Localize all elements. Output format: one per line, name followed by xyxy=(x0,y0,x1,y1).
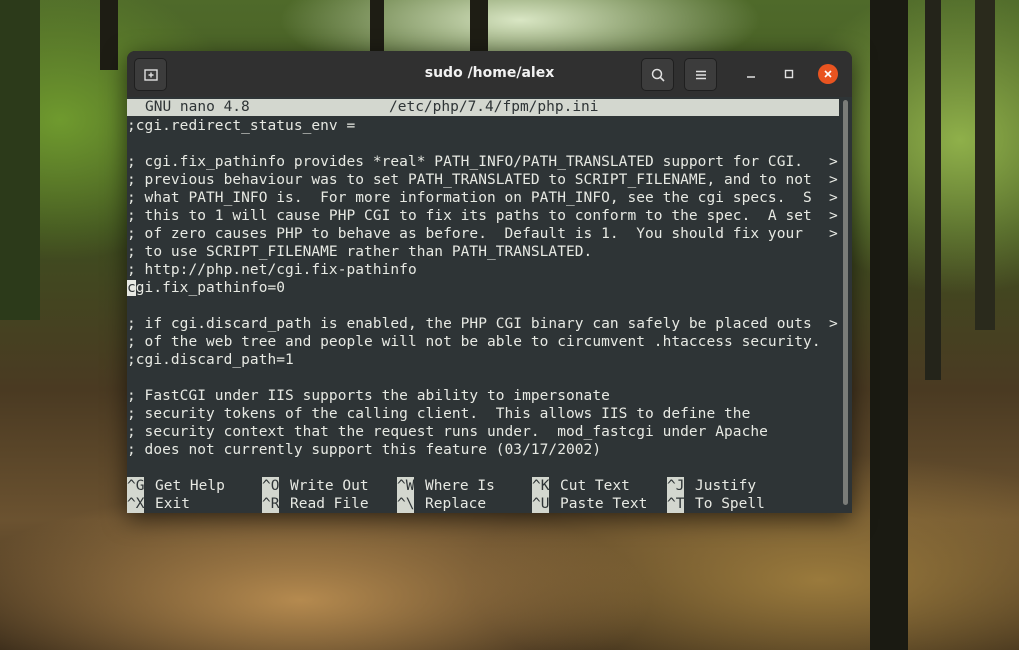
title-bar[interactable]: sudo /home/alex xyxy=(127,51,852,97)
shortcut-key: ^J xyxy=(667,477,685,495)
editor-line: ; FastCGI under IIS supports the ability… xyxy=(127,388,610,404)
search-button[interactable] xyxy=(641,58,674,91)
shortcut-label: Justify xyxy=(695,478,757,494)
editor-line: ; what PATH_INFO is. For more informatio… xyxy=(127,190,812,206)
editor-line: ; of the web tree and people will not be… xyxy=(127,334,821,350)
line-overflow-marker: > xyxy=(829,154,838,170)
line-overflow-marker: > xyxy=(829,190,838,206)
editor-line: ; of zero causes PHP to behave as before… xyxy=(127,226,804,242)
shortcut-key: ^O xyxy=(262,477,280,495)
tree-trunk xyxy=(870,0,908,650)
editor-line: ; does not currently support this featur… xyxy=(127,442,602,458)
shortcut-key: ^U xyxy=(532,495,550,513)
shortcut-key: ^X xyxy=(127,495,145,513)
shortcut-label: Read File xyxy=(290,496,369,512)
maximize-button[interactable] xyxy=(778,63,800,85)
editor-line: ; previous behaviour was to set PATH_TRA… xyxy=(127,172,812,188)
editor-line: cgi.fix_pathinfo=0 xyxy=(127,279,285,297)
tree-trunk xyxy=(100,0,118,70)
shortcut-key: ^W xyxy=(397,477,415,495)
nano-header: GNU nano 4.8/etc/php/7.4/fpm/php.ini xyxy=(127,99,839,116)
line-overflow-marker: > xyxy=(829,172,838,188)
tree-trunk xyxy=(975,0,995,330)
editor-line: ; this to 1 will cause PHP CGI to fix it… xyxy=(127,208,812,224)
editor-line: ; security context that the request runs… xyxy=(127,424,768,440)
tree-trunk xyxy=(0,0,40,320)
terminal-window[interactable]: sudo /home/alex GNU nano 4.8 /etc/php/7.… xyxy=(127,51,852,513)
shortcut-label: Cut Text xyxy=(560,478,630,494)
tree-trunk xyxy=(925,0,941,380)
editor-line: ; to use SCRIPT_FILENAME rather than PAT… xyxy=(127,244,593,260)
shortcut-key: ^\ xyxy=(397,495,415,513)
window-title: sudo /home/alex xyxy=(424,65,555,81)
close-icon xyxy=(824,70,832,78)
shortcut-key: ^R xyxy=(262,495,280,513)
shortcut-key: ^K xyxy=(532,477,550,495)
maximize-icon xyxy=(784,69,794,79)
shortcut-label: Exit xyxy=(155,496,190,512)
hamburger-icon xyxy=(695,70,706,79)
editor-line: ; security tokens of the calling client.… xyxy=(127,406,751,422)
shortcut-label: Paste Text xyxy=(560,496,648,512)
editor-line-text: gi.fix_pathinfo=0 xyxy=(135,280,286,296)
line-overflow-marker: > xyxy=(829,208,838,224)
scrollbar[interactable] xyxy=(843,100,848,505)
shortcut-key: ^T xyxy=(667,495,685,513)
editor-line: ; cgi.fix_pathinfo provides *real* PATH_… xyxy=(127,154,804,170)
shortcut-label: To Spell xyxy=(695,496,765,512)
new-tab-button[interactable] xyxy=(134,58,167,91)
line-overflow-marker: > xyxy=(829,316,838,332)
new-tab-icon xyxy=(143,68,158,81)
text-cursor: c xyxy=(127,280,136,296)
minimize-button[interactable] xyxy=(740,63,762,85)
shortcut-label: Write Out xyxy=(290,478,369,494)
nano-filename: /etc/php/7.4/fpm/php.ini xyxy=(389,99,599,115)
editor-line: ;cgi.discard_path=1 xyxy=(127,352,294,368)
editor-line: ; if cgi.discard_path is enabled, the PH… xyxy=(127,316,812,332)
close-circle xyxy=(818,64,838,84)
search-icon xyxy=(651,68,665,82)
minimize-icon xyxy=(747,76,755,78)
shortcut-label: Replace xyxy=(425,496,487,512)
shortcut-key: ^G xyxy=(127,477,145,495)
close-button[interactable] xyxy=(817,63,839,85)
menu-button[interactable] xyxy=(684,58,717,91)
nano-version: GNU nano 4.8 xyxy=(145,99,250,115)
line-overflow-marker: > xyxy=(829,226,838,242)
editor-line: ;cgi.redirect_status_env = xyxy=(127,118,356,134)
shortcut-label: Where Is xyxy=(425,478,495,494)
editor-line: ; http://php.net/cgi.fix-pathinfo xyxy=(127,262,417,278)
shortcut-label: Get Help xyxy=(155,478,225,494)
terminal-area[interactable]: GNU nano 4.8/etc/php/7.4/fpm/php.ini ;cg… xyxy=(127,97,852,513)
